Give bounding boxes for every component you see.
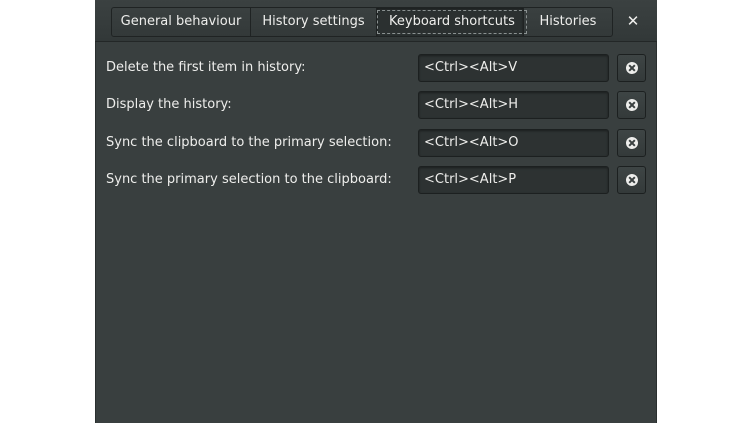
tab-keyboard-shortcuts-label: Keyboard shortcuts (377, 10, 527, 34)
tab-histories[interactable]: Histories (524, 8, 612, 36)
shortcut-entry[interactable]: <Ctrl><Alt>P (418, 166, 609, 194)
shortcut-label: Sync the clipboard to the primary select… (106, 135, 392, 150)
clear-icon (626, 137, 638, 149)
shortcut-row-sync-clipboard-to-primary: Sync the clipboard to the primary select… (95, 129, 657, 157)
clear-shortcut-button[interactable] (617, 91, 646, 119)
shortcut-entry[interactable]: <Ctrl><Alt>O (418, 129, 609, 157)
tab-general-behaviour[interactable]: General behaviour (112, 8, 251, 36)
clear-icon (626, 99, 638, 111)
clear-icon (626, 62, 638, 74)
shortcut-label: Sync the primary selection to the clipbo… (106, 172, 392, 187)
shortcut-row-sync-primary-to-clipboard: Sync the primary selection to the clipbo… (95, 166, 657, 194)
clear-icon (626, 174, 638, 186)
header-bar: General behaviour History settings Keybo… (95, 0, 657, 42)
clear-shortcut-button[interactable] (617, 129, 646, 157)
shortcut-entry[interactable]: <Ctrl><Alt>V (418, 54, 609, 82)
tab-switcher: General behaviour History settings Keybo… (111, 7, 613, 37)
close-icon[interactable]: ✕ (623, 11, 643, 31)
shortcut-entry[interactable]: <Ctrl><Alt>H (418, 91, 609, 119)
clear-shortcut-button[interactable] (617, 54, 646, 82)
tab-keyboard-shortcuts[interactable]: Keyboard shortcuts (377, 8, 527, 36)
shortcut-row-delete-first: Delete the first item in history: <Ctrl>… (95, 54, 657, 82)
shortcut-label: Delete the first item in history: (106, 60, 306, 75)
shortcut-label: Display the history: (106, 97, 232, 112)
clear-shortcut-button[interactable] (617, 166, 646, 194)
tab-history-settings[interactable]: History settings (251, 8, 377, 36)
preferences-window: General behaviour History settings Keybo… (95, 0, 657, 423)
shortcut-row-display-history: Display the history: <Ctrl><Alt>H (95, 91, 657, 119)
